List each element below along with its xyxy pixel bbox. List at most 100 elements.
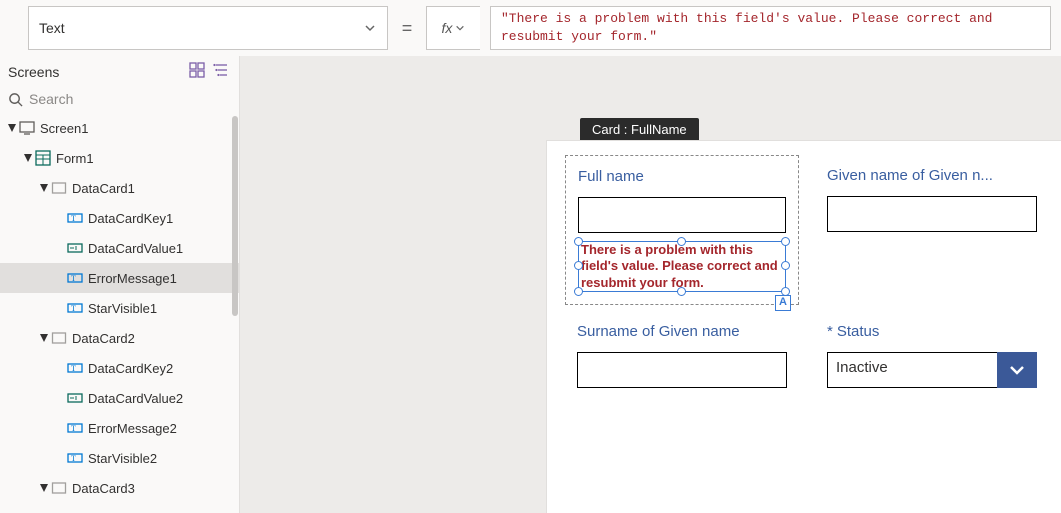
textbox-icon: T <box>66 299 84 317</box>
tree-caret-icon[interactable] <box>6 124 18 132</box>
tree-caret-icon[interactable] <box>38 334 50 342</box>
fullname-input[interactable] <box>578 197 786 233</box>
card-icon <box>50 179 68 197</box>
chevron-down-icon <box>363 21 377 35</box>
tree-item-datacard3[interactable]: DataCard3 <box>0 473 239 503</box>
grid-view-icon[interactable] <box>189 62 205 81</box>
givenname-input[interactable] <box>827 196 1037 232</box>
textbox-icon: T <box>66 419 84 437</box>
card-status[interactable]: *Status Inactive <box>827 323 1037 388</box>
error-message-text: There is a problem with this field's val… <box>581 242 778 290</box>
screens-panel-header: Screens <box>0 56 239 87</box>
chevron-down-icon <box>455 23 465 33</box>
formula-input[interactable]: "There is a problem with this field's va… <box>490 6 1051 50</box>
resize-handle[interactable] <box>677 237 686 246</box>
tree-item-label: ErrorMessage2 <box>88 421 177 436</box>
tree-item-label: Screen1 <box>40 121 88 136</box>
tree-item-datacardvalue2[interactable]: DataCardValue2 <box>0 383 239 413</box>
resize-handle[interactable] <box>677 287 686 296</box>
tree-item-label: DataCard1 <box>72 181 135 196</box>
valuebox-icon <box>66 389 84 407</box>
status-value: Inactive <box>827 352 997 388</box>
accessibility-tag[interactable]: A <box>775 295 791 311</box>
property-dropdown[interactable]: Text <box>28 6 388 50</box>
tree-item-datacardkey2[interactable]: T DataCardKey2 <box>0 353 239 383</box>
tree-item-label: StarVisible1 <box>88 301 157 316</box>
resize-handle[interactable] <box>574 287 583 296</box>
svg-text:T: T <box>71 364 76 373</box>
svg-text:T: T <box>71 424 76 433</box>
formula-expression: "There is a problem with this field's va… <box>501 10 1040 45</box>
tree-item-starvisible1[interactable]: T StarVisible1 <box>0 293 239 323</box>
form-icon <box>34 149 52 167</box>
tree-item-label: Form1 <box>56 151 94 166</box>
equals-sign: = <box>398 6 416 50</box>
tree-item-label: DataCard2 <box>72 331 135 346</box>
tree-item-datacardvalue1[interactable]: DataCardValue1 <box>0 233 239 263</box>
tree-view-icon[interactable] <box>213 62 229 81</box>
property-dropdown-value: Text <box>39 20 65 36</box>
status-dropdown[interactable]: Inactive <box>827 352 1037 388</box>
card-fullname[interactable]: Full name There is a problem with this f… <box>565 155 799 305</box>
tree-item-datacardkey1[interactable]: T DataCardKey1 <box>0 203 239 233</box>
scrollbar-thumb[interactable] <box>232 116 238 316</box>
tree-item-label: DataCardValue1 <box>88 241 183 256</box>
tree-caret-icon[interactable] <box>38 184 50 192</box>
tree-item-label: DataCard3 <box>72 481 135 496</box>
main-split: Screens Search Screen1 Form1 DataCard1 T Dat… <box>0 56 1061 513</box>
textbox-icon: T <box>66 449 84 467</box>
tree-item-label: ErrorMessage1 <box>88 271 177 286</box>
textbox-icon: T <box>66 209 84 227</box>
card-icon <box>50 329 68 347</box>
tree-item-label: DataCardKey1 <box>88 211 173 226</box>
tree-item-starvisible2[interactable]: T StarVisible2 <box>0 443 239 473</box>
card-label: Given name of Given n... <box>827 167 1037 184</box>
tree-caret-icon[interactable] <box>22 154 34 162</box>
chevron-down-icon <box>1008 361 1026 379</box>
canvas-area[interactable]: Card : FullName Full name There is a pro… <box>240 56 1061 513</box>
textbox-icon: T <box>66 269 84 287</box>
tree-item-datacard1[interactable]: DataCard1 <box>0 173 239 203</box>
tree-item-label: DataCardKey2 <box>88 361 173 376</box>
tree-caret-icon[interactable] <box>38 484 50 492</box>
form-artboard[interactable]: Full name There is a problem with this f… <box>546 140 1061 513</box>
status-dropdown-button[interactable] <box>997 352 1037 388</box>
tree-item-label: StarVisible2 <box>88 451 157 466</box>
card-icon <box>50 479 68 497</box>
card-label: Surname of Given name <box>577 323 787 340</box>
fx-label: fx <box>442 20 453 36</box>
selection-badge: Card : FullName <box>580 118 699 141</box>
card-label: Full name <box>578 168 786 185</box>
tree-item-form1[interactable]: Form1 <box>0 143 239 173</box>
tree-item-errormessage2[interactable]: T ErrorMessage2 <box>0 413 239 443</box>
form-grid: Full name There is a problem with this f… <box>547 141 1061 414</box>
valuebox-icon <box>66 239 84 257</box>
formula-bar: Text = fx "There is a problem with this … <box>0 0 1061 56</box>
svg-text:T: T <box>71 304 76 313</box>
screen-icon <box>18 119 36 137</box>
card-givenname[interactable]: Given name of Given n... <box>827 167 1037 293</box>
resize-handle[interactable] <box>574 237 583 246</box>
tree-item-datacard2[interactable]: DataCard2 <box>0 323 239 353</box>
resize-handle[interactable] <box>781 261 790 270</box>
search-icon <box>8 92 23 107</box>
textbox-icon: T <box>66 359 84 377</box>
svg-text:T: T <box>71 454 76 463</box>
screens-panel-title: Screens <box>8 64 59 80</box>
tree-item-errormessage1[interactable]: T ErrorMessage1 <box>0 263 239 293</box>
screens-panel: Screens Search Screen1 Form1 DataCard1 T Dat… <box>0 56 240 513</box>
fx-button[interactable]: fx <box>426 6 480 50</box>
card-surname[interactable]: Surname of Given name <box>577 323 787 388</box>
search-placeholder: Search <box>29 91 73 107</box>
surname-input[interactable] <box>577 352 787 388</box>
tree-item-label: DataCardValue2 <box>88 391 183 406</box>
resize-handle[interactable] <box>781 237 790 246</box>
card-label: *Status <box>827 323 1037 340</box>
tree-item-screen1[interactable]: Screen1 <box>0 113 239 143</box>
svg-text:T: T <box>71 274 76 283</box>
svg-text:T: T <box>71 214 76 223</box>
required-asterisk: * <box>827 323 833 340</box>
search-row[interactable]: Search <box>0 87 239 113</box>
status-label-text: Status <box>837 323 880 340</box>
error-message-selected[interactable]: There is a problem with this field's val… <box>578 241 786 292</box>
